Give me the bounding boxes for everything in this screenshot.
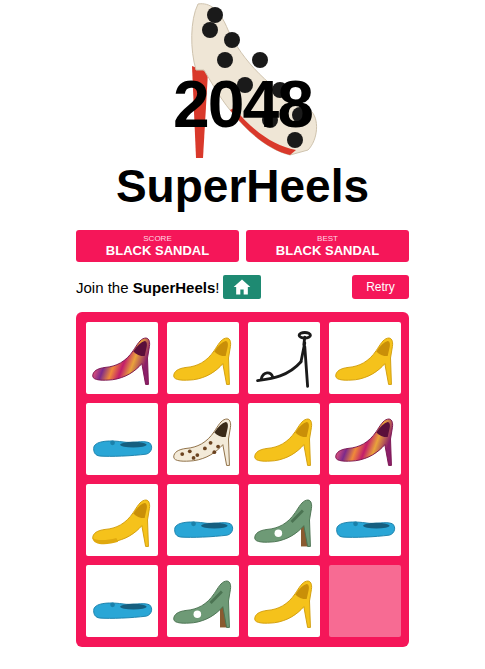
green-sandal-icon xyxy=(169,567,237,635)
yellow-platform-icon xyxy=(88,486,156,554)
tile xyxy=(329,403,401,475)
leopard-pump-icon xyxy=(169,405,237,473)
page: 2048SuperHeelsSCOREBLACK SANDALBESTBLACK… xyxy=(0,0,485,669)
score-label: SCORE xyxy=(143,234,171,243)
black-sandal-icon xyxy=(250,324,318,392)
home-button[interactable] xyxy=(223,275,261,299)
score-row: SCOREBLACK SANDALBESTBLACK SANDAL xyxy=(76,230,409,262)
score-label: BEST xyxy=(317,234,338,243)
tile xyxy=(329,322,401,394)
tile xyxy=(167,484,239,556)
blue-flat-icon xyxy=(169,486,237,554)
yellow-pump-icon xyxy=(169,324,237,392)
tile xyxy=(167,565,239,637)
striped-pump-icon xyxy=(88,324,156,392)
score-box: BESTBLACK SANDAL xyxy=(246,230,409,262)
tile xyxy=(167,403,239,475)
tile xyxy=(329,565,401,637)
tile xyxy=(86,403,158,475)
header: 2048 SuperHeels xyxy=(0,0,485,212)
blue-flat-icon xyxy=(88,567,156,635)
tile xyxy=(167,322,239,394)
game-subtitle: SuperHeels xyxy=(116,160,369,212)
tile xyxy=(248,322,320,394)
tile xyxy=(329,484,401,556)
blue-flat-icon xyxy=(88,405,156,473)
striped-pump-icon xyxy=(331,405,399,473)
green-sandal-icon xyxy=(250,486,318,554)
tile xyxy=(248,403,320,475)
tile xyxy=(248,565,320,637)
tile xyxy=(86,565,158,637)
score-box: SCOREBLACK SANDAL xyxy=(76,230,239,262)
tile xyxy=(86,322,158,394)
tile xyxy=(248,484,320,556)
score-value: BLACK SANDAL xyxy=(276,243,379,258)
retry-button[interactable]: Retry xyxy=(352,275,409,299)
yellow-pump-icon xyxy=(331,324,399,392)
yellow-pump-icon xyxy=(250,405,318,473)
tagline: Join the SuperHeels! xyxy=(76,279,219,296)
game-board xyxy=(76,312,409,647)
action-row: Join the SuperHeels! Retry xyxy=(76,275,409,299)
house-icon xyxy=(232,277,252,297)
tile xyxy=(86,484,158,556)
score-value: BLACK SANDAL xyxy=(106,243,209,258)
game-title: 2048 xyxy=(173,68,312,140)
blue-flat-icon xyxy=(331,486,399,554)
yellow-pump-icon xyxy=(250,567,318,635)
